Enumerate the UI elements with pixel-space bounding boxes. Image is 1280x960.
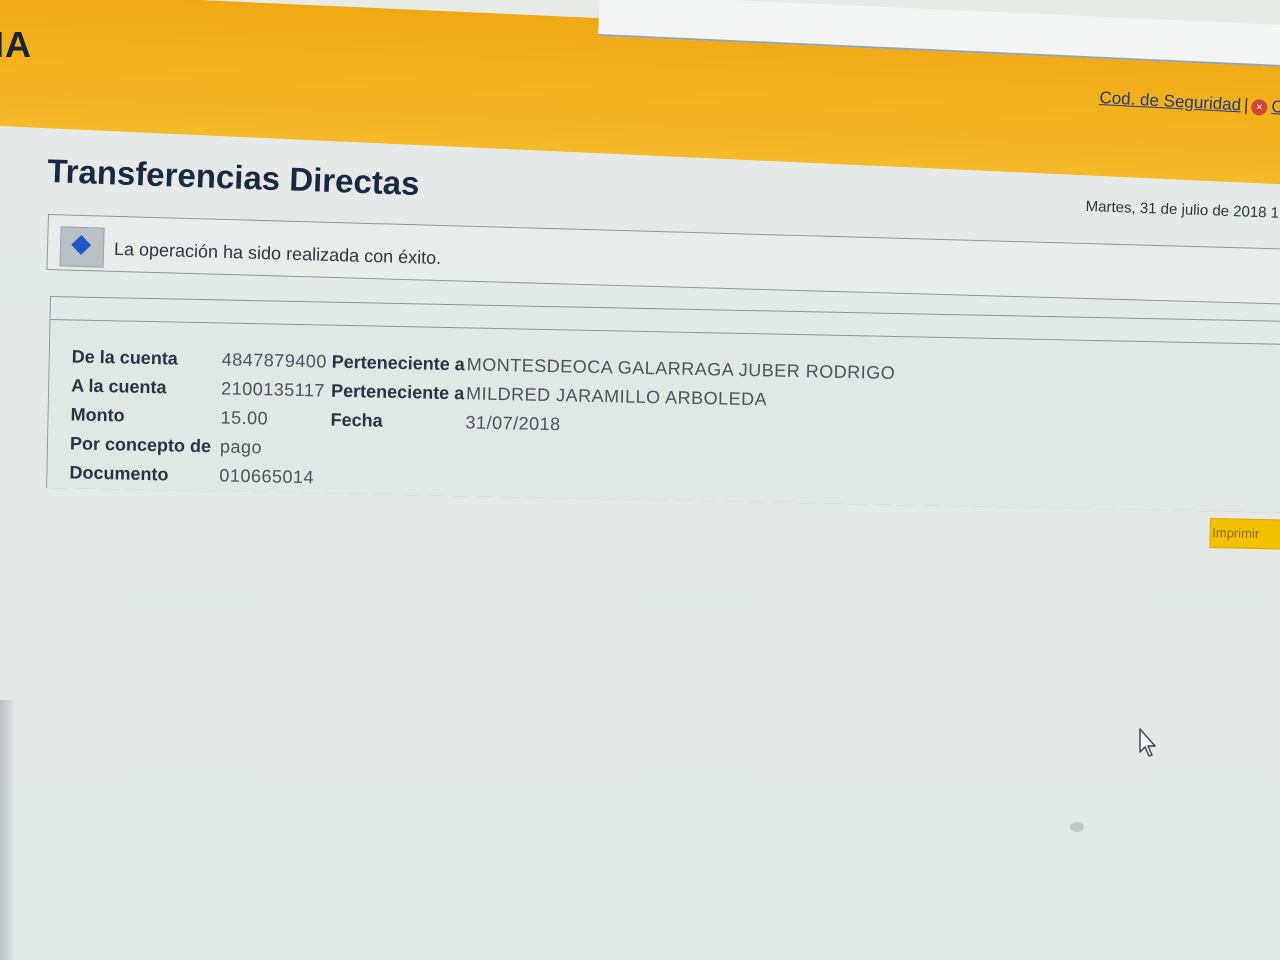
screen-smudge [1070, 822, 1084, 832]
document-label: Documento [69, 462, 169, 485]
print-button[interactable]: Imprimir [1209, 518, 1280, 550]
success-message: La operación ha sido realizada con éxito… [46, 214, 1280, 306]
current-date: Martes, 31 de julio de 2018 1 [1085, 198, 1280, 222]
concept-label: Por concepto de [69, 433, 212, 457]
page-title: Transferencias Directas [46, 152, 421, 202]
transfer-details-body: De la cuenta 4847879400 Perteneciente a … [47, 319, 1280, 514]
print-button-label: Imprimir [1212, 525, 1260, 542]
from-account-value: 4847879400 [221, 349, 328, 372]
to-owner-label: Perteneciente a [330, 380, 465, 404]
date-value: 31/07/2018 [465, 412, 561, 435]
from-owner-label: Perteneciente a [331, 351, 465, 375]
to-account-value: 2100135117 [220, 378, 326, 401]
from-account-label: De la cuenta [71, 346, 179, 369]
info-icon-box [59, 226, 105, 268]
from-owner-value: MONTESDEOCA GALARRAGA JUBER RODRIGO [466, 354, 896, 383]
transfer-details-panel: De la cuenta 4847879400 Perteneciente a … [46, 296, 1280, 514]
main-content: Transferencias Directas Martes, 31 de ju… [0, 0, 1280, 960]
document-value: 010665014 [219, 465, 315, 488]
to-account-label: A la cuenta [71, 375, 167, 398]
monitor-bezel-edge [0, 700, 14, 960]
amount-label: Monto [70, 404, 125, 426]
date-label: Fecha [330, 409, 383, 431]
mouse-pointer-icon [1139, 728, 1156, 757]
concept-value: pago [219, 436, 263, 458]
screen: IA Cod. de Seguridad|×C Transferencias D… [0, 0, 1280, 960]
amount-value: 15.00 [220, 407, 269, 429]
to-owner-value: MILDRED JARAMILLO ARBOLEDA [465, 383, 768, 410]
info-diamond-icon [71, 235, 92, 255]
success-message-text: La operación ha sido realizada con éxito… [113, 238, 442, 268]
